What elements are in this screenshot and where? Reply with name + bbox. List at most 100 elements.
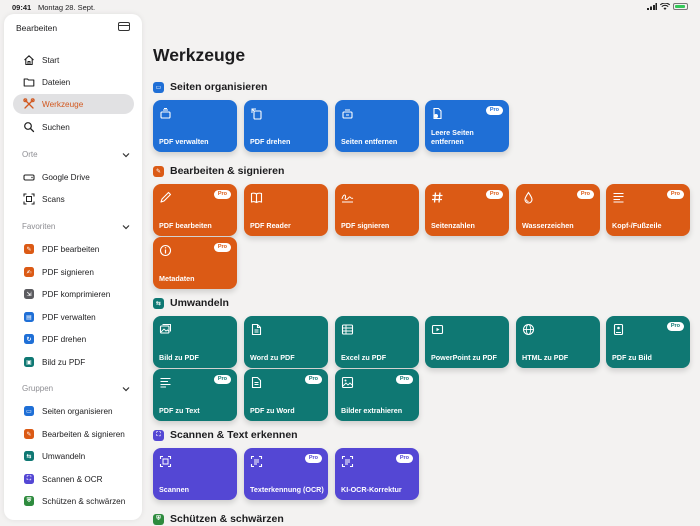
card-label: Seitenzahlen <box>431 221 475 230</box>
scan-frame-icon <box>159 455 172 468</box>
tool-card-excel-zu-pdf[interactable]: Excel zu PDF <box>335 316 419 368</box>
sidebar-group-umwandeln[interactable]: ⇆ Umwandeln <box>13 446 134 466</box>
sidebar-item-label: Umwandeln <box>42 451 86 461</box>
card-label: PDF signieren <box>341 221 390 230</box>
sidebar-fav-pdf-komprimieren[interactable]: ⇲ PDF komprimieren <box>13 284 134 304</box>
rotate-page-icon: ↻ <box>23 333 35 345</box>
section-title-label: Umwandeln <box>170 297 229 309</box>
signature-icon <box>341 191 354 204</box>
tool-card-pdf-zu-word[interactable]: Pro PDF zu Word <box>244 369 328 421</box>
pro-badge: Pro <box>304 375 322 384</box>
manage-pages-icon: ▤ <box>23 311 35 323</box>
tool-card-wasserzeichen[interactable]: Pro Wasserzeichen <box>516 184 600 236</box>
photos-icon: ▣ <box>23 356 35 368</box>
sidebar-group-seiten-organisieren[interactable]: ▭ Seiten organisieren <box>13 401 134 421</box>
convert-group-icon: ⇆ <box>153 297 164 309</box>
card-label: Kopf-/Fußzeile <box>612 221 662 230</box>
tool-card-kopf-fusszeile[interactable]: Pro Kopf-/Fußzeile <box>606 184 690 236</box>
sidebar-section-orte[interactable]: Orte <box>22 150 130 159</box>
tool-card-bild-zu-pdf[interactable]: Bild zu PDF <box>153 316 237 368</box>
sidebar-toggle-icon[interactable] <box>118 22 130 31</box>
tool-card-html-zu-pdf[interactable]: HTML zu PDF <box>516 316 600 368</box>
sidebar-group-schuetzen-schwaerzen[interactable]: ⛨ Schützen & schwärzen <box>13 491 134 511</box>
header-footer-icon <box>612 191 625 204</box>
sidebar-fav-pdf-drehen[interactable]: ↻ PDF drehen <box>13 329 134 349</box>
sidebar-item-dateien[interactable]: Dateien <box>13 72 134 92</box>
scan-icon <box>23 193 35 205</box>
card-label: Excel zu PDF <box>341 353 387 362</box>
sidebar-fav-bild-zu-pdf[interactable]: ▣ Bild zu PDF <box>13 352 134 372</box>
tool-card-pdf-zu-text[interactable]: Pro PDF zu Text <box>153 369 237 421</box>
tool-card-pdf-signieren[interactable]: PDF signieren <box>335 184 419 236</box>
tool-card-seitenzahlen[interactable]: Pro Seitenzahlen <box>425 184 509 236</box>
card-label: Leere Seiten entfernen <box>431 128 474 146</box>
tool-card-powerpoint-zu-pdf[interactable]: PowerPoint zu PDF <box>425 316 509 368</box>
sidebar-item-label: PDF bearbeiten <box>42 244 100 254</box>
blank-page-remove-icon <box>431 107 444 120</box>
card-label: HTML zu PDF <box>522 353 569 362</box>
tool-card-pdf-verwalten[interactable]: PDF verwalten <box>153 100 237 152</box>
pro-badge: Pro <box>666 190 684 199</box>
status-date: Montag 28. Sept. <box>38 3 96 12</box>
manage-pages-icon <box>159 107 172 120</box>
pro-badge: Pro <box>485 190 503 199</box>
document-icon <box>250 323 263 336</box>
sidebar-item-werkzeuge[interactable]: Werkzeuge <box>13 94 134 114</box>
presentation-icon <box>431 323 444 336</box>
tool-card-pdf-drehen[interactable]: PDF drehen <box>244 100 328 152</box>
sidebar-fav-pdf-bearbeiten[interactable]: ✎ PDF bearbeiten <box>13 239 134 259</box>
tool-card-leere-seiten-entfernen[interactable]: Pro Leere Seiten entfernen <box>425 100 509 152</box>
section-title-label: Seiten organisieren <box>170 81 268 93</box>
sidebar-item-google-drive[interactable]: Google Drive <box>13 167 134 187</box>
convert-group-icon: ⇆ <box>23 450 35 462</box>
sidebar-section-favoriten[interactable]: Favoriten <box>22 222 130 231</box>
pro-badge: Pro <box>395 375 413 384</box>
hashtag-icon <box>431 191 444 204</box>
pages-group-icon: ▭ <box>153 81 164 93</box>
tool-card-metadaten[interactable]: Pro Metadaten <box>153 237 237 289</box>
card-label: Texterkennung (OCR) <box>250 485 324 494</box>
sidebar-item-suchen[interactable]: Suchen <box>13 117 134 137</box>
sidebar-item-start[interactable]: Start <box>13 50 134 70</box>
rotate-page-icon <box>250 107 263 120</box>
sidebar-item-label: Werkzeuge <box>42 99 84 109</box>
card-label: Seiten entfernen <box>341 137 398 146</box>
sidebar-group-scannen-ocr[interactable]: ⛶ Scannen & OCR <box>13 469 134 489</box>
sidebar-item-label: Start <box>42 55 60 65</box>
section-label: Orte <box>22 150 38 159</box>
pencil-icon: ✎ <box>23 243 35 255</box>
tool-card-scannen[interactable]: Scannen <box>153 448 237 500</box>
chevron-down-icon <box>122 152 130 157</box>
tool-card-pdf-bearbeiten[interactable]: Pro PDF bearbeiten <box>153 184 237 236</box>
card-label: PowerPoint zu PDF <box>431 353 497 362</box>
tool-card-texterkennung-ocr[interactable]: Pro Texterkennung (OCR) <box>244 448 328 500</box>
tool-card-pdf-reader[interactable]: PDF Reader <box>244 184 328 236</box>
globe-icon <box>522 323 535 336</box>
tool-card-ki-ocr-korrektur[interactable]: Pro KI-OCR-Korrektur <box>335 448 419 500</box>
scan-group-icon: ⛶ <box>153 429 164 441</box>
sidebar: Bearbeiten Start Dateien Werkzeuge Suche… <box>4 14 142 520</box>
sidebar-item-scans[interactable]: Scans <box>13 189 134 209</box>
scan-group-icon: ⛶ <box>23 473 35 485</box>
sidebar-item-label: Bild zu PDF <box>42 357 86 367</box>
sidebar-item-label: PDF komprimieren <box>42 289 111 299</box>
tool-card-word-zu-pdf[interactable]: Word zu PDF <box>244 316 328 368</box>
tool-card-bilder-extrahieren[interactable]: Pro Bilder extrahieren <box>335 369 419 421</box>
tool-card-seiten-entfernen[interactable]: Seiten entfernen <box>335 100 419 152</box>
section-title-label: Bearbeiten & signieren <box>170 165 285 177</box>
text-lines-icon <box>159 376 172 389</box>
sidebar-section-gruppen[interactable]: Gruppen <box>22 384 130 393</box>
sidebar-item-label: Seiten organisieren <box>42 406 113 416</box>
sidebar-fav-pdf-verwalten[interactable]: ▤ PDF verwalten <box>13 307 134 327</box>
sidebar-item-label: Scans <box>42 194 65 204</box>
drop-icon <box>522 191 535 204</box>
magnifier-icon <box>23 121 35 133</box>
sidebar-group-bearbeiten-signieren[interactable]: ✎ Bearbeiten & signieren <box>13 424 134 444</box>
card-label: PDF bearbeiten <box>159 221 212 230</box>
info-icon <box>159 244 172 257</box>
tool-card-pdf-zu-bild[interactable]: Pro PDF zu Bild <box>606 316 690 368</box>
book-icon <box>250 191 263 204</box>
section-scannen-text-erkennen: ⛶ Scannen & Text erkennen <box>153 429 298 441</box>
shield-icon: ⛨ <box>153 513 164 525</box>
sidebar-fav-pdf-signieren[interactable]: ✍ PDF signieren <box>13 262 134 282</box>
